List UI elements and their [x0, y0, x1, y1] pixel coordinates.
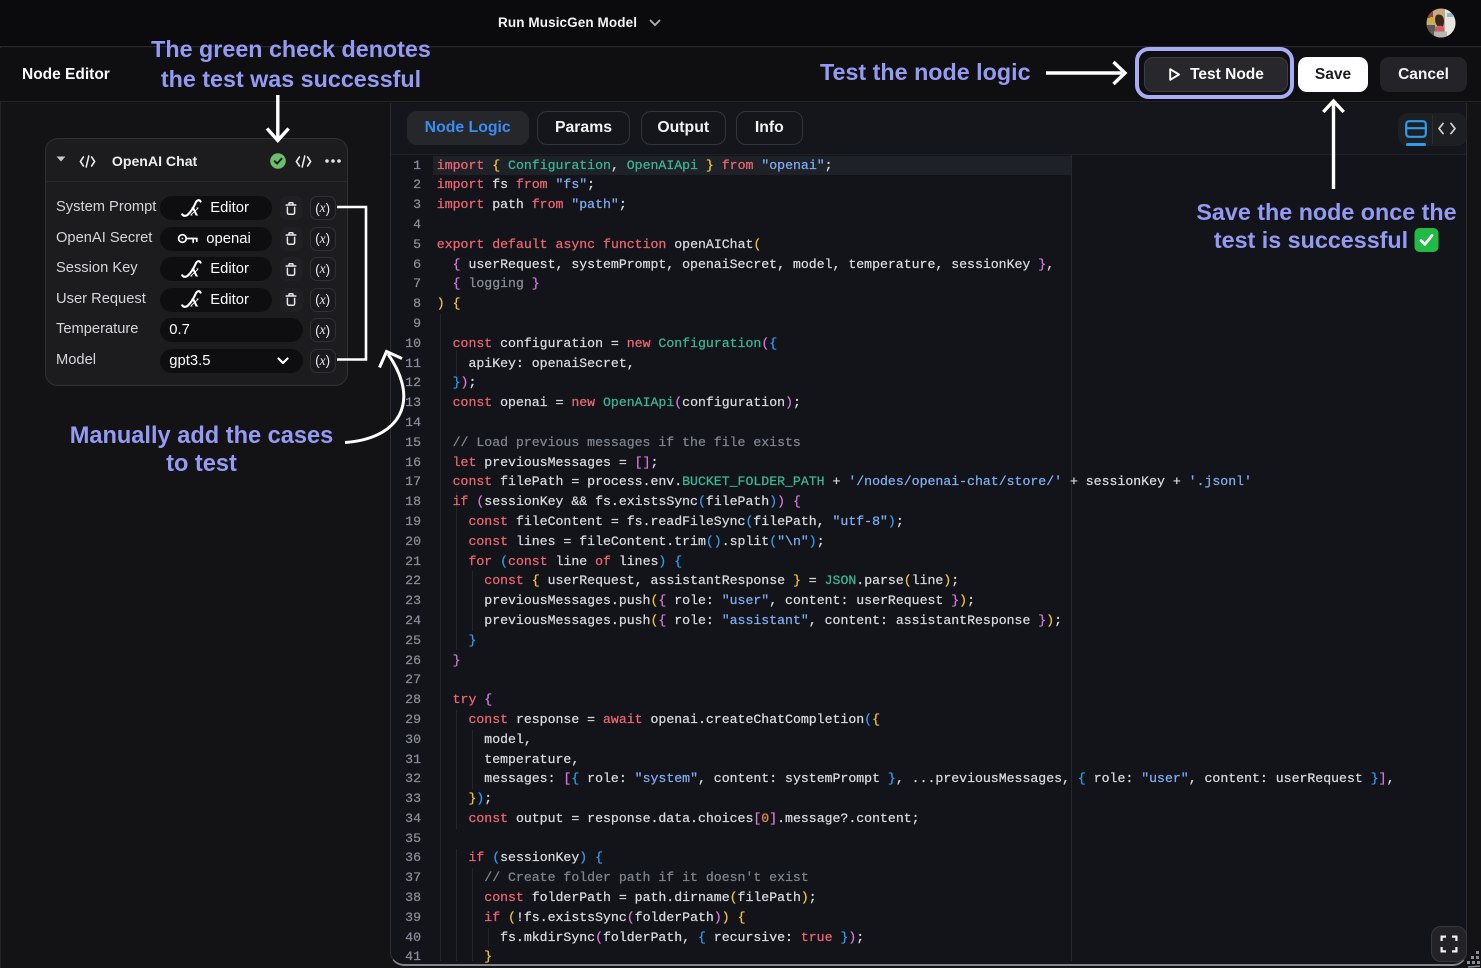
svg-text:x: x [190, 261, 199, 280]
svg-text:x: x [190, 200, 199, 219]
svg-text:x: x [190, 291, 199, 310]
